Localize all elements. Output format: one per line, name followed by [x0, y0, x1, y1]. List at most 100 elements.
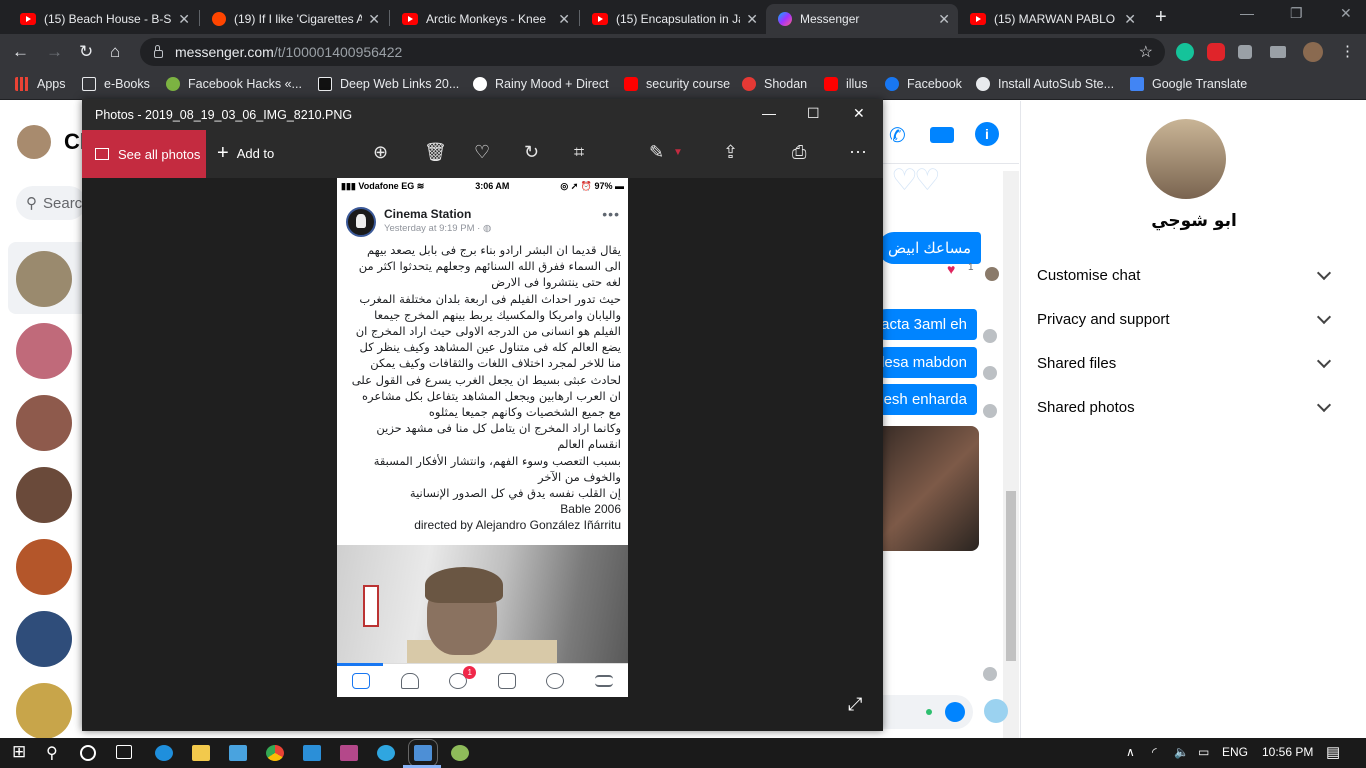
option-label: Shared photos	[1037, 399, 1135, 416]
bookmark-rainy-mood[interactable]: Rainy Mood + Direct	[473, 77, 609, 91]
bookmark-apps[interactable]: Apps	[15, 77, 66, 91]
bookmark-security-course[interactable]: security course	[624, 77, 730, 91]
shared-image-message[interactable]	[883, 426, 979, 551]
chrome-icon[interactable]	[266, 745, 284, 761]
back-arrow-icon[interactable]: ←	[12, 42, 29, 62]
browser-tab-2[interactable]: (19) If I like 'Cigarettes A ✕	[200, 4, 388, 34]
close-window-icon[interactable]: ✕	[853, 105, 865, 122]
shared-photos-row[interactable]: Shared photos	[1037, 397, 1337, 416]
task-view-icon[interactable]	[116, 745, 132, 759]
maximize-icon[interactable]: ❐	[1290, 5, 1303, 22]
notifications-icon[interactable]: ▤	[1326, 743, 1340, 761]
browser-tab-6[interactable]: (15) MARWAN PABLO - ✕	[958, 4, 1144, 34]
quick-reaction-icon[interactable]	[984, 699, 1008, 723]
bookmark-autosub[interactable]: Install AutoSub Ste...	[976, 77, 1114, 91]
windows-start-icon[interactable]: ⊞	[12, 742, 30, 761]
conversation-avatar[interactable]	[16, 683, 72, 738]
forward-arrow-icon[interactable]: →	[46, 42, 63, 62]
bookmark-facebook[interactable]: Facebook	[885, 77, 962, 91]
browser-tab-messenger[interactable]: Messenger ✕	[766, 4, 958, 34]
new-tab-button[interactable]: +	[1155, 6, 1167, 29]
reload-icon[interactable]: ↻	[79, 42, 93, 62]
tray-overflow-icon[interactable]: ∧	[1126, 745, 1135, 759]
zoom-icon[interactable]: ⊕	[373, 142, 388, 163]
chevron-down-icon[interactable]: ▼	[673, 147, 683, 158]
emoji-icon[interactable]	[945, 702, 965, 722]
share-icon[interactable]: ⇪	[723, 142, 738, 163]
browser-tab-3[interactable]: Arctic Monkeys - Knee ✕	[390, 4, 578, 34]
audio-call-icon[interactable]: ✆	[889, 123, 906, 148]
file-explorer-icon[interactable]	[192, 745, 210, 761]
crop-icon[interactable]: ⌗	[574, 142, 584, 163]
home-icon[interactable]: ⌂	[110, 42, 120, 62]
battery-icon[interactable]: ▭	[1198, 745, 1209, 759]
system-clock[interactable]: 10:56 PM	[1262, 745, 1313, 759]
adblock-icon[interactable]	[1207, 43, 1225, 61]
browser-tab-4[interactable]: (15) Encapsulation in Ja ✕	[580, 4, 766, 34]
conversation-avatar[interactable]	[16, 467, 72, 523]
conversation-avatar[interactable]	[16, 323, 72, 379]
rotate-icon[interactable]: ↻	[524, 142, 539, 163]
close-tab-icon[interactable]: ✕	[368, 11, 380, 28]
bookmark-star-icon[interactable]: ☆	[1139, 42, 1153, 62]
app-icon[interactable]	[340, 745, 358, 761]
minimize-icon[interactable]: —	[1240, 5, 1254, 21]
teamviewer-icon[interactable]	[377, 745, 395, 761]
close-tab-icon[interactable]: ✕	[178, 11, 190, 28]
edge-browser-icon[interactable]	[155, 745, 173, 761]
media-queue-icon[interactable]	[1270, 46, 1286, 58]
see-all-photos-button[interactable]: See all photos	[82, 130, 206, 178]
close-tab-icon[interactable]: ✕	[1124, 11, 1136, 28]
message-bubble[interactable]: lesa mabdon	[871, 347, 977, 378]
bookmark-google-translate[interactable]: Google Translate	[1130, 77, 1247, 91]
profile-avatar[interactable]	[1303, 42, 1323, 62]
scrollbar-thumb[interactable]	[1006, 491, 1016, 661]
close-tab-icon[interactable]: ✕	[746, 11, 758, 28]
bookmark-facebook-hacks[interactable]: Facebook Hacks «...	[166, 77, 302, 91]
bookmark-shodan[interactable]: Shodan	[742, 77, 807, 91]
bookmark-ebooks[interactable]: e-Books	[82, 77, 150, 91]
fullscreen-expand-icon[interactable]: ⤢	[848, 694, 862, 715]
app-icon[interactable]	[451, 745, 469, 761]
photos-app-icon[interactable]	[408, 739, 438, 767]
shared-files-row[interactable]: Shared files	[1037, 353, 1337, 372]
edit-create-icon[interactable]: ✎	[649, 142, 664, 163]
conversation-avatar[interactable]	[16, 251, 72, 307]
video-call-icon[interactable]	[930, 127, 954, 143]
close-tab-icon[interactable]: ✕	[938, 11, 950, 28]
conversation-avatar[interactable]	[16, 611, 72, 667]
customise-chat-row[interactable]: Customise chat	[1037, 265, 1337, 284]
more-options-icon[interactable]: ⋯	[849, 142, 867, 163]
address-bar[interactable]: messenger.com/t/100001400956422 ☆	[140, 38, 1165, 66]
conversation-avatar[interactable]	[16, 539, 72, 595]
close-tab-icon[interactable]: ✕	[558, 11, 570, 28]
user-avatar[interactable]	[17, 125, 51, 159]
menu-kebab-icon[interactable]: ⋮	[1340, 42, 1355, 60]
message-bubble[interactable]: acta 3aml eh	[871, 309, 977, 340]
wifi-icon[interactable]: ◜	[1152, 745, 1157, 759]
search-input[interactable]: ⚲ Searc	[16, 186, 86, 220]
vscode-icon[interactable]	[303, 745, 321, 761]
extensions-puzzle-icon[interactable]	[1238, 45, 1252, 59]
bookmark-illus[interactable]: illus	[824, 77, 868, 91]
close-window-icon[interactable]: ✕	[1340, 5, 1352, 22]
bookmark-deep-web-links[interactable]: Deep Web Links 20...	[318, 77, 459, 91]
volume-icon[interactable]: 🔈	[1174, 745, 1189, 759]
add-to-button[interactable]: + Add to	[217, 143, 274, 163]
conversation-avatar[interactable]	[16, 395, 72, 451]
favorite-heart-icon[interactable]: ♡	[474, 142, 490, 163]
conversation-info-icon[interactable]: i	[975, 122, 999, 146]
contact-avatar[interactable]	[1146, 119, 1226, 199]
delete-icon[interactable]: 🗑	[424, 142, 447, 163]
search-icon[interactable]: ⚲	[46, 743, 64, 762]
print-icon[interactable]: ⎙	[792, 142, 806, 163]
minimize-icon[interactable]: —	[762, 105, 776, 121]
input-language[interactable]: ENG	[1222, 745, 1248, 759]
grammarly-icon[interactable]	[1176, 43, 1194, 61]
cortana-icon[interactable]	[80, 745, 96, 761]
privacy-support-row[interactable]: Privacy and support	[1037, 309, 1337, 328]
message-bubble[interactable]: مساعك ابيض	[878, 232, 981, 264]
remote-desktop-icon[interactable]	[229, 745, 247, 761]
maximize-icon[interactable]: ☐	[807, 105, 820, 122]
browser-tab-1[interactable]: (15) Beach House - B-Si ✕	[8, 4, 198, 34]
